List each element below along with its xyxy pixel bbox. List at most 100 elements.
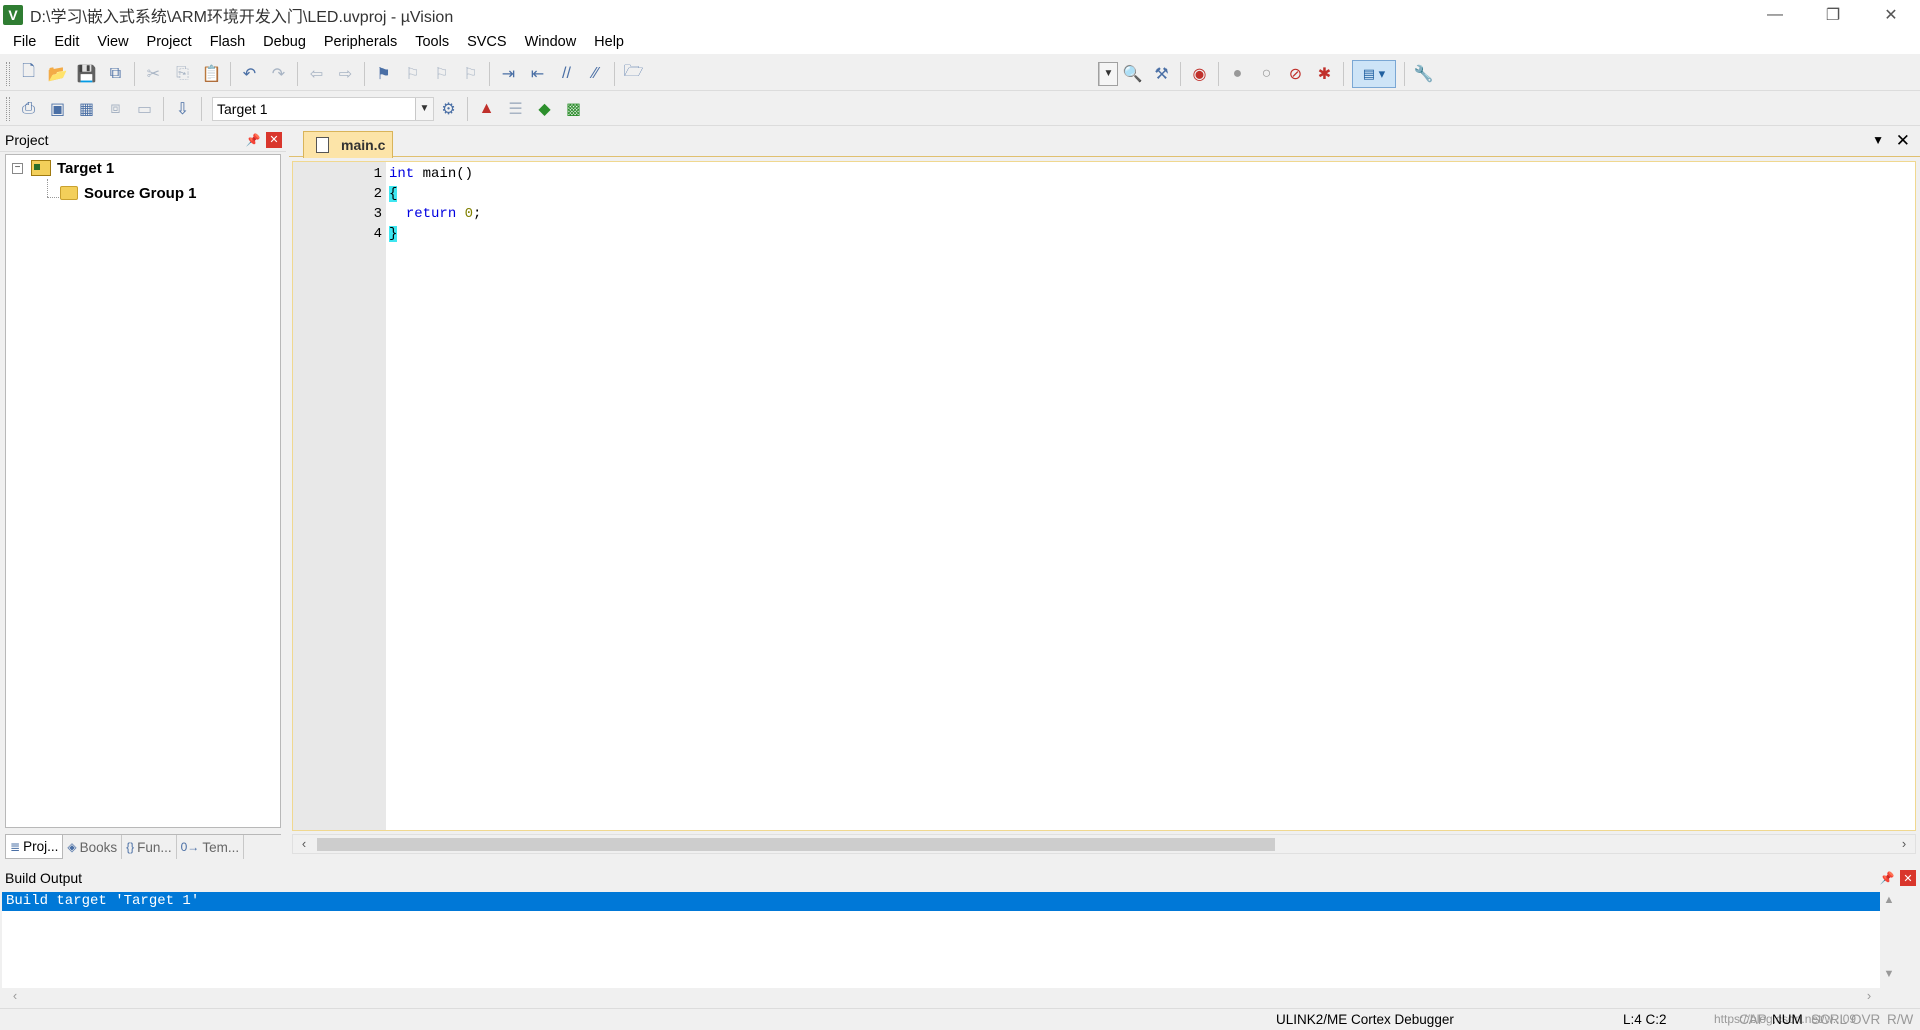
menu-file[interactable]: File — [4, 30, 45, 54]
incremental-find-icon[interactable]: ⚒ — [1147, 60, 1176, 88]
bookmark-next-icon[interactable]: ⚐ — [427, 60, 456, 88]
kill-breakpoints-icon[interactable]: ✱ — [1310, 60, 1339, 88]
tab-books[interactable]: ◈ Books — [63, 835, 123, 859]
toolbar-grip[interactable] — [6, 61, 10, 86]
tree-item-target[interactable]: − Target 1 — [12, 157, 114, 179]
bookmark-toggle-icon[interactable]: ⚑ — [369, 60, 398, 88]
copy-icon[interactable]: ⎘ — [168, 60, 197, 88]
cut-icon[interactable]: ✂ — [139, 60, 168, 88]
toolbar-separator — [614, 61, 615, 86]
pin-icon[interactable]: 📌 — [1878, 869, 1896, 887]
navigate-back-icon[interactable]: ⇦ — [302, 60, 331, 88]
build-vertical-scrollbar[interactable]: ▲ ▼ — [1880, 892, 1898, 988]
restore-button[interactable]: ❐ — [1804, 0, 1862, 30]
menu-tools[interactable]: Tools — [406, 30, 458, 54]
target-select[interactable]: Target 1 ▼ — [212, 96, 434, 121]
tree-item-source-group-label: Source Group 1 — [84, 184, 197, 202]
build-output-line[interactable]: Build target 'Target 1' — [2, 892, 1896, 911]
menu-peripherals[interactable]: Peripherals — [315, 30, 406, 54]
build-toolbar: ⎙ ▣ ▦ ⧈ ▭ ⇩ Target 1 ▼ ⚙ ▲ ☰ ◆ ▩ — [0, 92, 1920, 126]
project-tree: − Target 1 Source Group 1 — [5, 154, 281, 828]
minimize-button[interactable]: — — [1746, 0, 1804, 30]
tab-project[interactable]: ≣ Proj... — [5, 835, 64, 859]
undo-icon[interactable]: ↶ — [235, 60, 264, 88]
chevron-down-icon[interactable]: ▼ — [415, 97, 433, 120]
chevron-down-icon[interactable]: ▼ — [1099, 62, 1117, 85]
scroll-right-icon[interactable]: › — [1860, 988, 1878, 1006]
download-load-icon[interactable]: ⇩ — [168, 95, 197, 123]
toolbar-grip[interactable] — [6, 96, 10, 121]
manage-multi-project-icon[interactable]: ☰ — [501, 95, 530, 123]
collapse-icon[interactable]: − — [12, 162, 23, 174]
file-icon — [316, 137, 329, 153]
scroll-down-icon[interactable]: ▼ — [1880, 968, 1898, 986]
close-icon[interactable]: ✕ — [1900, 870, 1916, 886]
menu-window[interactable]: Window — [516, 30, 586, 54]
tab-list-icon[interactable]: ▼ — [1872, 133, 1884, 147]
tab-templates[interactable]: 0→ Tem... — [177, 835, 245, 859]
scroll-left-icon[interactable]: ‹ — [6, 988, 24, 1006]
toolbar-separator — [230, 61, 231, 86]
find-in-files-icon[interactable]: 🗁 — [619, 60, 648, 88]
insert-breakpoint-icon[interactable]: ● — [1223, 60, 1252, 88]
menu-help[interactable]: Help — [585, 30, 633, 54]
bookmark-prev-icon[interactable]: ⚐ — [398, 60, 427, 88]
project-tab-icon: ≣ — [10, 839, 21, 854]
scroll-right-icon[interactable]: › — [1895, 835, 1913, 853]
find-icon[interactable]: 🔍 — [1118, 60, 1147, 88]
build-icon[interactable]: ▣ — [43, 95, 72, 123]
stop-build-icon[interactable]: ▭ — [130, 95, 159, 123]
target-options-icon[interactable]: ⚙ — [434, 95, 463, 123]
disable-breakpoints-icon[interactable]: ⊘ — [1281, 60, 1310, 88]
close-window-button[interactable]: ✕ — [1862, 0, 1920, 30]
menu-edit[interactable]: Edit — [45, 30, 88, 54]
new-file-icon[interactable]: 🗋 — [14, 60, 43, 88]
redo-icon[interactable]: ↷ — [264, 60, 293, 88]
find-combo[interactable]: ▼ — [1098, 61, 1118, 86]
manage-run-time-environment-icon[interactable]: ◆ — [530, 95, 559, 123]
menu-debug[interactable]: Debug — [254, 30, 315, 54]
scrollbar-thumb[interactable] — [317, 838, 1275, 851]
rebuild-icon[interactable]: ▦ — [72, 95, 101, 123]
enable-breakpoint-icon[interactable]: ○ — [1252, 60, 1281, 88]
window-layout-icon[interactable]: ▤ ▾ — [1352, 59, 1396, 88]
code-editor[interactable]: 1 2 3 4 int main() { return 0; } — [292, 161, 1916, 831]
uncomment-icon[interactable]: ⁄⁄ — [581, 60, 610, 88]
navigate-forward-icon[interactable]: ⇨ — [331, 60, 360, 88]
comment-icon[interactable]: // — [552, 60, 581, 88]
menu-project[interactable]: Project — [138, 30, 201, 54]
tree-item-target-label: Target 1 — [57, 159, 115, 177]
batch-build-icon[interactable]: ⧈ — [101, 95, 130, 123]
open-file-icon[interactable]: 📂 — [43, 60, 72, 88]
manage-project-items-icon[interactable]: ▲ — [472, 95, 501, 123]
tree-item-source-group[interactable]: Source Group 1 — [54, 182, 197, 204]
tab-main-c[interactable]: main.c — [303, 131, 393, 158]
code-line: return 0; — [389, 206, 482, 222]
menu-flash[interactable]: Flash — [201, 30, 254, 54]
select-software-packs-icon[interactable]: ▩ — [559, 95, 588, 123]
build-output-text[interactable]: Build target 'Target 1' ▲ ▼ — [2, 892, 1898, 988]
code-token: 0 — [464, 206, 474, 222]
close-tab-icon[interactable]: ✕ — [1896, 131, 1910, 151]
close-icon[interactable]: ✕ — [266, 131, 282, 148]
build-horizontal-scrollbar[interactable]: ‹ › — [2, 988, 1898, 1006]
bookmark-clear-icon[interactable]: ⚐ — [456, 60, 485, 88]
caps-lock-indicator: CAP — [1739, 1012, 1767, 1027]
scroll-left-icon[interactable]: ‹ — [295, 835, 313, 853]
paste-icon[interactable]: 📋 — [197, 60, 226, 88]
editor-horizontal-scrollbar[interactable]: ‹ › — [292, 834, 1916, 854]
translate-icon[interactable]: ⎙ — [14, 95, 43, 123]
code-line: { — [389, 186, 398, 202]
configure-icon[interactable]: 🔧 — [1409, 60, 1438, 88]
scroll-lock-indicator: SCRL — [1811, 1012, 1848, 1027]
unindent-icon[interactable]: ⇤ — [523, 60, 552, 88]
pin-icon[interactable]: 📌 — [244, 131, 262, 149]
tab-functions[interactable]: {} Fun... — [122, 835, 177, 859]
scroll-up-icon[interactable]: ▲ — [1880, 894, 1898, 912]
save-icon[interactable]: 💾 — [72, 60, 101, 88]
menu-svcs[interactable]: SVCS — [458, 30, 516, 54]
save-all-icon[interactable]: ⧉ — [101, 60, 130, 88]
menu-view[interactable]: View — [88, 30, 137, 54]
start-debug-icon[interactable]: ◉ — [1185, 60, 1214, 88]
indent-icon[interactable]: ⇥ — [494, 60, 523, 88]
